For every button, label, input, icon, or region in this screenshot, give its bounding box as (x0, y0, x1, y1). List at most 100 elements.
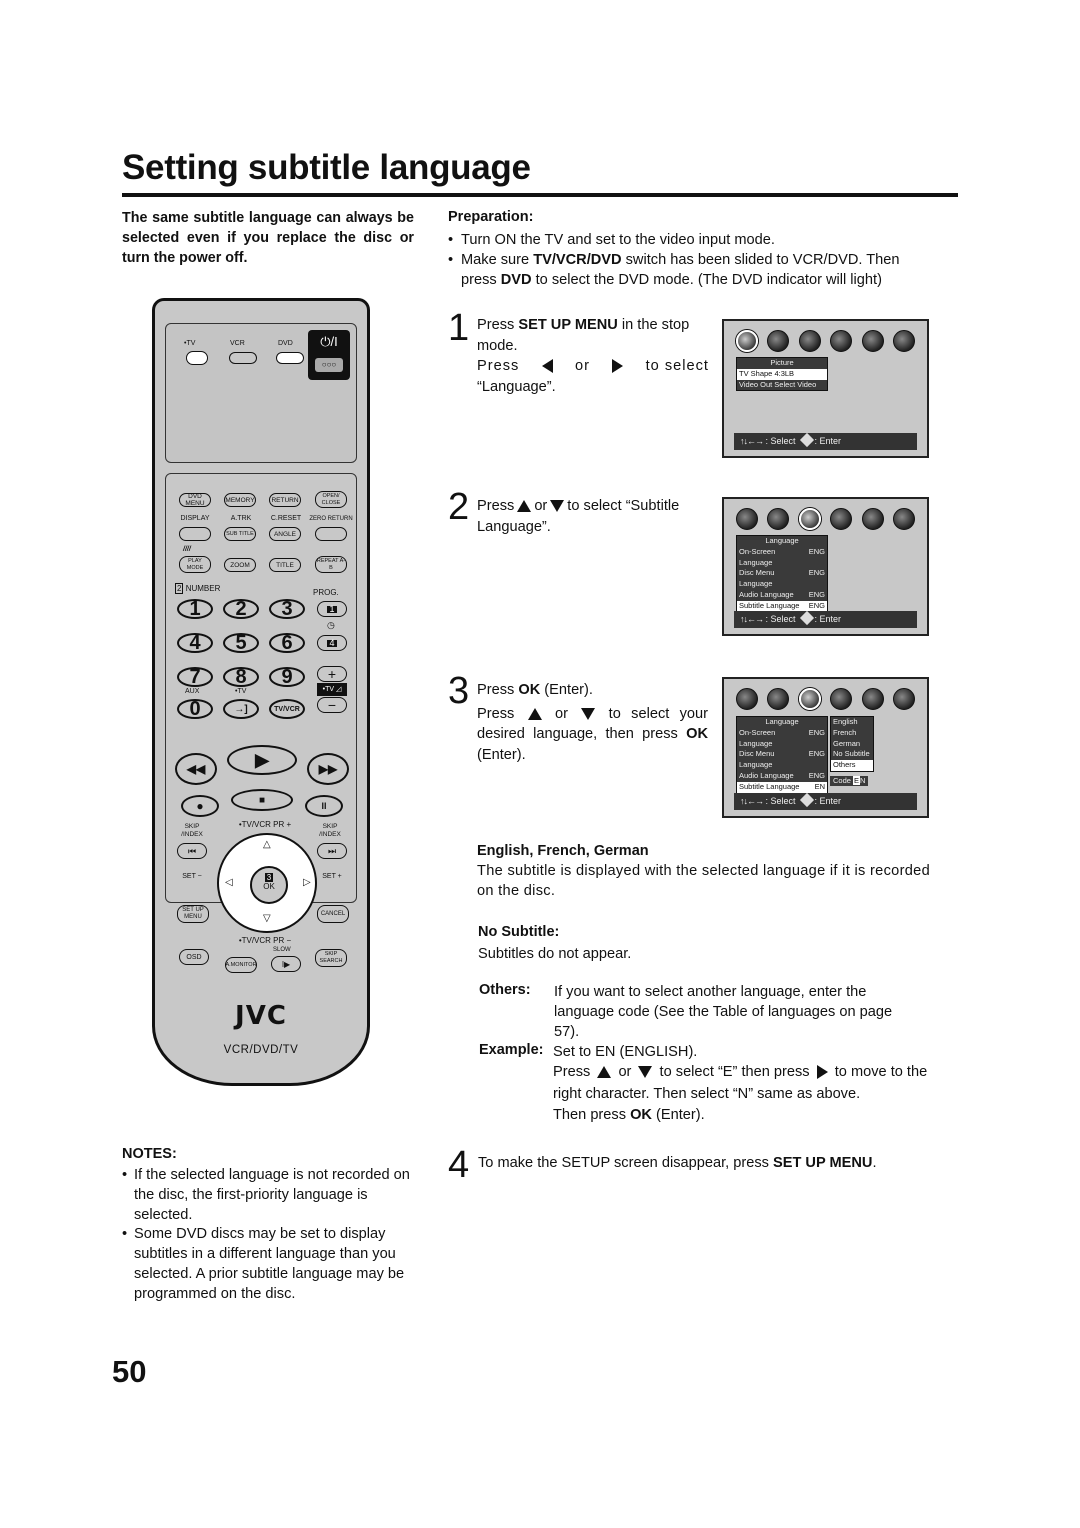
skip-back-button: ⏮ (177, 843, 207, 859)
dvd-button (276, 352, 304, 364)
efg-text: The subtitle is displayed with the selec… (477, 863, 930, 899)
osd-option: French (833, 727, 857, 737)
display-icon (830, 688, 853, 710)
osd-icon-row (724, 330, 927, 352)
preparation-heading: Preparation: (448, 209, 534, 225)
digit-9-button: 9 (269, 666, 305, 688)
digit-2-button: 2 (223, 598, 259, 620)
step-4-number: 4 (448, 1144, 470, 1186)
operation-icon (861, 508, 884, 530)
osd-menu-row: Subtitle Language ENG (737, 600, 827, 612)
play-button: ▶ (227, 745, 297, 775)
osd-menu-row: Subtitle Language EN (737, 781, 827, 793)
skip-forward-button: ⏭ (317, 843, 347, 859)
rewind-button: ◀◀ (175, 753, 217, 785)
prog-label: PROG. (313, 588, 339, 597)
step-3-text: Press OK (Enter). Press or to select you… (477, 682, 709, 763)
digit-4-button: 4 (177, 632, 213, 654)
osd-help-bar: ↑↓←→ : Select: Enter (734, 792, 917, 810)
volume-up-button: + (317, 666, 347, 682)
digit-3-button: 3 (269, 598, 305, 620)
down-arrow-icon (581, 707, 596, 720)
osd-option: No Subtitle (833, 749, 870, 759)
prog-4-button: 4 (317, 635, 347, 651)
up-arrow-icon (597, 1066, 612, 1079)
open-close-button: OPEN/ CLOSE (315, 491, 347, 508)
display-button (179, 527, 211, 541)
initial-icon (892, 330, 915, 352)
title-button: TITLE (269, 558, 301, 572)
fast-forward-button: ▶▶ (307, 753, 349, 785)
tv-volume-label: •TV ◿ (317, 683, 347, 696)
preparation-item: Make sure TV/VCR/DVD switch has been sli… (448, 250, 938, 290)
initial-icon (892, 508, 915, 530)
page-number: 50 (112, 1354, 147, 1389)
record-button: ● (181, 795, 219, 817)
vcr-button (229, 352, 257, 364)
osd-code-entry: Code EN (830, 776, 869, 786)
osd-menu-row: Disc Menu Language ENG (739, 568, 825, 589)
digit-1-button: 1 (177, 598, 213, 620)
step-2-number: 2 (448, 486, 470, 528)
note-item: Some DVD discs may be set to display sub… (122, 1225, 418, 1304)
osd-option: German (833, 738, 861, 748)
preparation-list: Turn ON the TV and set to the video inpu… (448, 230, 938, 290)
skip-search-button: SKIP SEARCH (315, 949, 347, 967)
cancel-button: CANCEL (317, 905, 349, 923)
remote-top-panel: •TV VCR DVD ⏻/I ○○○ (165, 323, 357, 463)
return-button: RETURN (269, 493, 301, 507)
notes-list: If the selected language is not recorded… (122, 1166, 418, 1305)
osd-screen-picture: Picture TV Shape 4:3LB Video Out Select … (722, 319, 929, 458)
dpad-left-icon: ◁ (225, 877, 233, 888)
no-subtitle-text: Subtitles do not appear. (478, 946, 632, 962)
digit-0-button: 0 (177, 698, 213, 720)
navigation-dpad: △ ▽ ◁ ▷ 3 OK (217, 833, 317, 933)
stop-button: ■ (231, 789, 293, 811)
page-title: Setting subtitle language (122, 148, 531, 187)
audio-icon (767, 508, 790, 530)
switch-label-vcr: VCR (230, 340, 245, 347)
right-arrow-icon (816, 1065, 828, 1080)
osd-icon-row (724, 508, 927, 530)
operation-icon (861, 688, 884, 710)
pause-button: II (305, 795, 343, 817)
play-mode-button: PLAY MODE (179, 556, 211, 573)
step-4-text: To make the SETUP screen disappear, pres… (478, 1155, 877, 1171)
remote-control-illustration: •TV VCR DVD ⏻/I ○○○ DVD MENU MEMORY RETUR… (152, 298, 370, 1086)
initial-icon (892, 688, 915, 710)
ok-button: 3 OK (250, 866, 288, 904)
osd-option: Others (831, 760, 873, 771)
switch-label-dvd: DVD (278, 340, 293, 347)
input-button: →] (223, 699, 259, 719)
osd-menu-row: Audio Language ENG (739, 770, 825, 780)
osd-help-bar: ↑↓←→ : Select: Enter (734, 432, 917, 450)
memory-button: MEMORY (224, 493, 256, 507)
display-icon (830, 508, 853, 530)
osd-menu: Picture TV Shape 4:3LB Video Out Select … (736, 357, 828, 392)
others-text: If you want to select another language, … (554, 984, 893, 1040)
osd-menu-row: Disc Menu Language ENG (739, 749, 825, 770)
osd-menu-row: On-Screen Language ENG (739, 546, 825, 567)
intro-text: The same subtitle language can always be… (122, 210, 414, 266)
zero-return-button (315, 527, 347, 541)
osd-screen-language: Language On-Screen Language ENG Disc Menu… (722, 497, 929, 636)
audio-icon (767, 688, 790, 710)
example-label: Example: (479, 1042, 544, 1058)
osd-menu: Language On-Screen Language ENG Disc Menu… (736, 535, 828, 613)
jvc-logo: JVC (235, 1001, 287, 1031)
display-icon (830, 330, 853, 352)
language-icon (798, 330, 821, 352)
example-line-2: Press or to select “E” then press to mov… (553, 1064, 928, 1102)
step-1-number: 1 (448, 307, 470, 349)
down-arrow-icon (638, 1066, 653, 1079)
remote-model-label: VCR/DVD/TV (223, 1044, 299, 1056)
language-icon (798, 508, 821, 530)
zoom-button: ZOOM (224, 558, 256, 572)
tv-vcr-button: TV/VCR (269, 699, 305, 719)
up-arrow-icon (517, 500, 532, 513)
operation-icon (861, 330, 884, 352)
osd-help-bar: ↑↓←→ : Select: Enter (734, 610, 917, 628)
dvd-menu-button: DVD MENU (179, 493, 211, 507)
number-label: 2 NUMBER (175, 583, 221, 594)
audio-icon (767, 330, 790, 352)
